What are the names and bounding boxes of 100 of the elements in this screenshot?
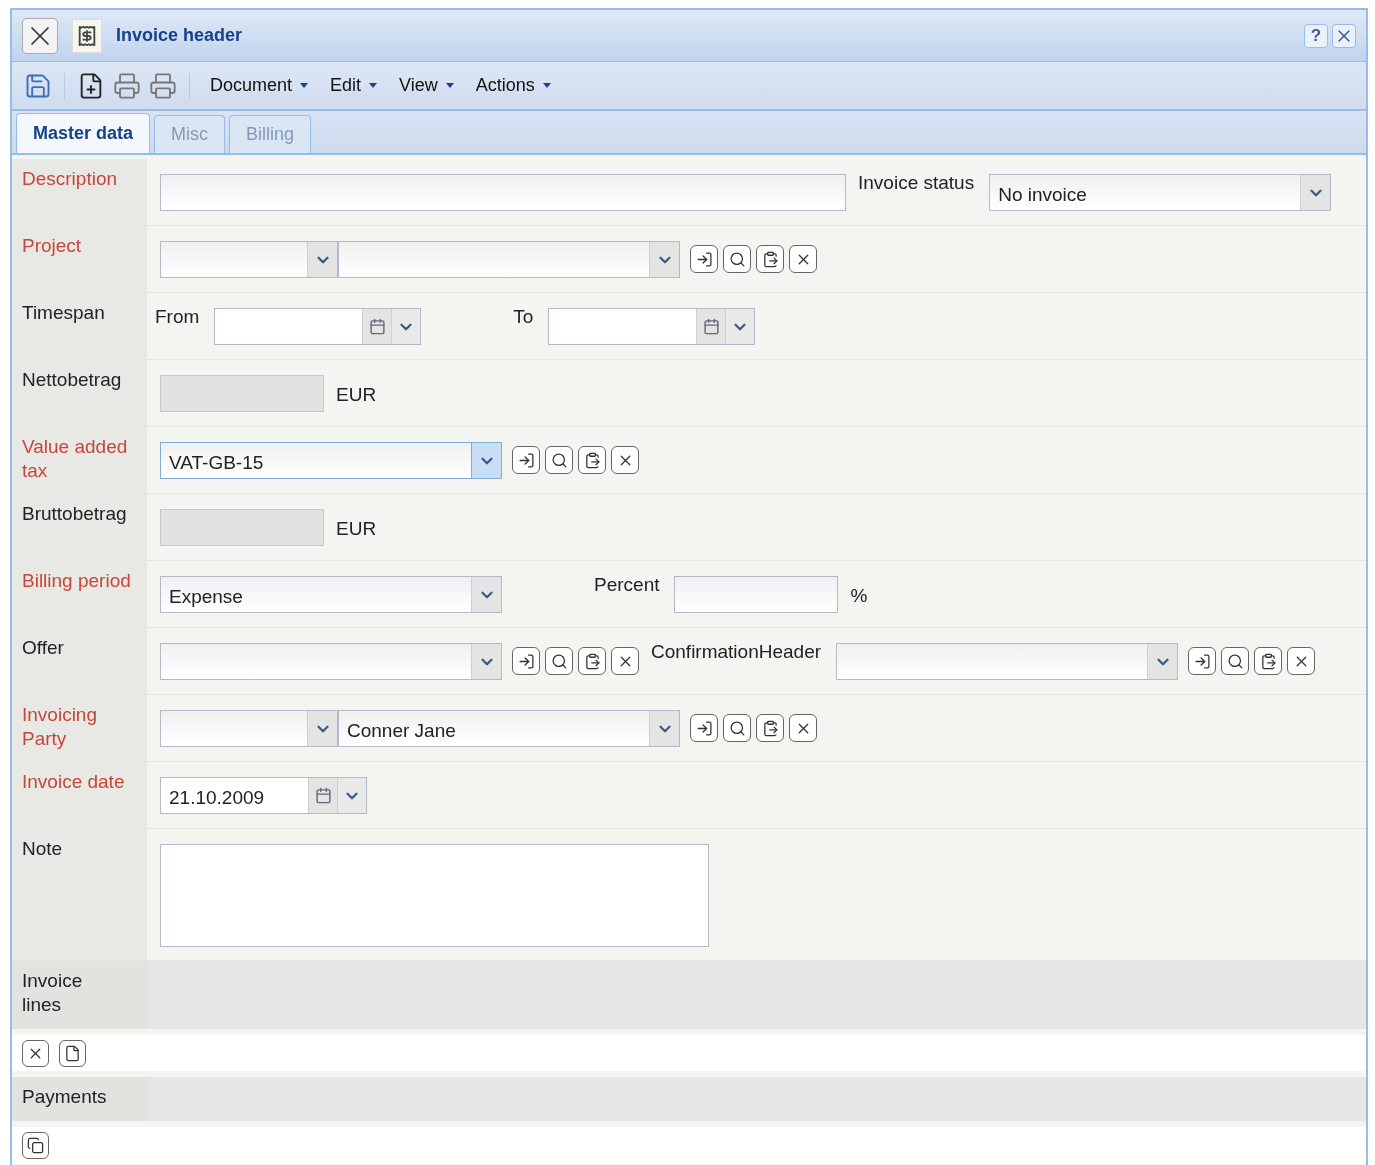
clear-button[interactable] <box>1287 647 1316 675</box>
paste-icon <box>761 250 779 268</box>
menu-button[interactable]: View <box>399 72 454 99</box>
text-field[interactable] <box>674 576 839 613</box>
copy-button[interactable] <box>22 1132 49 1159</box>
unit-label: EUR <box>336 517 377 541</box>
calendar-icon <box>314 787 332 804</box>
document-icon <box>76 24 98 47</box>
search-icon <box>1226 652 1244 670</box>
row-label: Description <box>22 167 119 191</box>
combo-field[interactable]: Expense <box>160 576 502 613</box>
dropdown-button[interactable] <box>471 577 501 612</box>
row-label: Offer <box>22 636 65 660</box>
combo-field[interactable] <box>836 643 1179 680</box>
clear-button[interactable] <box>611 446 639 474</box>
open-icon <box>517 652 535 670</box>
clear-button[interactable] <box>611 647 639 675</box>
combo-field[interactable] <box>338 241 680 278</box>
row-label: Invoicing Party <box>22 703 98 751</box>
new-icon <box>64 1044 81 1062</box>
open-button[interactable] <box>690 714 718 742</box>
combo-field[interactable] <box>160 643 502 680</box>
close-button[interactable] <box>1332 23 1356 48</box>
paste-icon <box>583 652 601 670</box>
search-icon <box>550 451 568 469</box>
window-title: Invoice header <box>116 24 243 47</box>
new-button[interactable] <box>59 1039 86 1067</box>
field-label: From <box>155 305 200 329</box>
paste-icon <box>761 719 779 737</box>
combo-value: Conner Jane <box>347 720 456 741</box>
open-button[interactable] <box>512 446 540 474</box>
date-field[interactable]: 21.10.2009 <box>160 777 367 814</box>
combo-field[interactable]: No invoice <box>989 174 1332 211</box>
date-field[interactable] <box>548 308 756 345</box>
close-button[interactable] <box>22 17 58 54</box>
text-field[interactable] <box>160 174 846 211</box>
caret-icon <box>300 83 309 88</box>
unit-label: EUR <box>336 383 377 407</box>
menu-button[interactable]: Document <box>210 72 309 99</box>
search-icon <box>728 719 746 737</box>
dropdown-button[interactable] <box>471 644 501 679</box>
calendar-icon <box>368 318 386 335</box>
row-label: Note <box>22 837 64 861</box>
delete-button[interactable] <box>22 1039 49 1067</box>
combo-value: VAT-GB-15 <box>169 452 264 473</box>
note-field[interactable] <box>160 844 709 947</box>
copy-icon <box>27 1137 44 1154</box>
paste-icon <box>1259 652 1277 670</box>
row-label: Billing period <box>22 569 132 593</box>
search-button[interactable] <box>545 647 573 675</box>
open-icon <box>695 250 713 268</box>
paste-button[interactable] <box>578 647 606 675</box>
open-button[interactable] <box>1188 647 1217 675</box>
dropdown-button[interactable] <box>725 309 755 344</box>
calendar-button[interactable] <box>362 309 392 344</box>
dropdown-button[interactable] <box>1300 175 1331 210</box>
open-icon <box>517 451 535 469</box>
dropdown-button[interactable] <box>307 711 337 746</box>
open-button[interactable] <box>512 647 540 675</box>
paste-button[interactable] <box>1254 647 1283 675</box>
search-button[interactable] <box>545 446 573 474</box>
unit-label: % <box>850 584 868 608</box>
field-label: ConfirmationHeader <box>651 640 822 664</box>
paste-button[interactable] <box>756 714 784 742</box>
combo-field[interactable]: Conner Jane <box>338 710 680 747</box>
date-field[interactable] <box>214 308 422 345</box>
menu-button[interactable]: Actions <box>475 72 551 99</box>
paste-button[interactable] <box>578 446 606 474</box>
dropdown-button[interactable] <box>337 778 366 813</box>
menu-button[interactable]: Edit <box>330 72 378 99</box>
open-icon <box>695 719 713 737</box>
dropdown-button[interactable] <box>391 309 421 344</box>
search-icon <box>728 250 746 268</box>
search-button[interactable] <box>723 245 751 273</box>
combo-field[interactable] <box>160 241 338 278</box>
combo-value: No invoice <box>998 184 1087 205</box>
row-label: Nettobetrag <box>22 368 123 392</box>
date-value: 21.10.2009 <box>169 787 265 808</box>
open-button[interactable] <box>690 245 718 273</box>
clear-button[interactable] <box>789 714 817 742</box>
search-button[interactable] <box>1221 647 1250 675</box>
calendar-button[interactable] <box>696 309 726 344</box>
dropdown-button[interactable] <box>307 242 337 277</box>
tab[interactable]: Master data <box>16 113 151 153</box>
clear-button[interactable] <box>789 245 817 273</box>
dropdown-button[interactable] <box>649 711 679 746</box>
calendar-button[interactable] <box>308 778 337 813</box>
dropdown-button[interactable] <box>649 242 679 277</box>
caret-icon <box>369 83 378 88</box>
paste-button[interactable] <box>756 245 784 273</box>
dropdown-button[interactable] <box>471 443 501 478</box>
combo-field[interactable]: VAT-GB-15 <box>160 442 502 479</box>
row-label: Invoice date <box>22 770 126 794</box>
combo-field[interactable] <box>160 710 338 747</box>
dropdown-button[interactable] <box>1147 644 1178 679</box>
search-button[interactable] <box>723 714 751 742</box>
open-icon <box>1193 652 1211 670</box>
help-button[interactable]: ? <box>1304 23 1328 48</box>
paste-icon <box>583 451 601 469</box>
row-label: Timespan <box>22 301 106 325</box>
